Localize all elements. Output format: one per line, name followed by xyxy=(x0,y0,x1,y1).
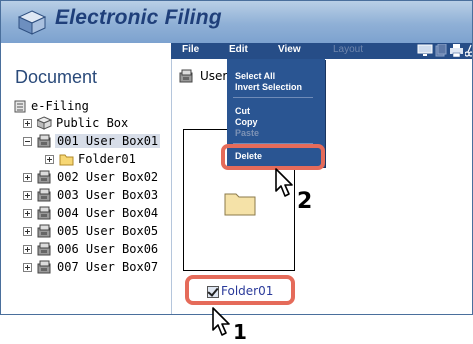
filing-root-icon xyxy=(14,100,26,113)
tree-item-label: e-Filing xyxy=(31,99,89,113)
menu-item-paste: Paste xyxy=(235,128,260,138)
tree-item-label: Folder01 xyxy=(78,152,136,166)
tree-item-label: 005 User Box05 xyxy=(57,224,159,238)
folder-icon xyxy=(224,193,256,216)
print-icon[interactable] xyxy=(450,44,463,57)
item-checkbox[interactable] xyxy=(207,286,219,298)
menu-item-copy[interactable]: Copy xyxy=(235,117,258,127)
menu-edit[interactable]: Edit xyxy=(229,44,248,55)
breadcrumb: User xyxy=(200,69,228,83)
step-number-2: 2 xyxy=(297,189,313,214)
expand-icon[interactable] xyxy=(45,155,54,164)
user-box-icon xyxy=(37,206,51,220)
tree-item-label: 003 User Box03 xyxy=(57,188,159,202)
tree-item-user-box02[interactable]: 002 User Box02 xyxy=(23,170,163,184)
tree-item-label: 002 User Box02 xyxy=(57,170,159,184)
tree-item-user-box04[interactable]: 004 User Box04 xyxy=(23,206,163,220)
expand-icon[interactable] xyxy=(23,263,32,272)
item-select-highlight: Folder01 xyxy=(185,275,295,305)
tree-item-user-box07[interactable]: 007 User Box07 xyxy=(23,260,163,274)
user-box-icon xyxy=(37,170,51,184)
menu-item-select-all[interactable]: Select All xyxy=(235,71,275,81)
folder-icon xyxy=(59,154,74,166)
pointer-cursor-icon xyxy=(275,168,293,197)
tree-item-public-box[interactable]: Public Box xyxy=(23,116,163,130)
item-link[interactable]: Folder01 xyxy=(221,284,273,298)
step-number-1: 1 xyxy=(233,320,247,344)
tree-item-user-box03[interactable]: 003 User Box03 xyxy=(23,188,163,202)
pages-icon[interactable] xyxy=(435,44,447,57)
menu-item-invert-selection[interactable]: Invert Selection xyxy=(235,82,302,92)
user-box-icon xyxy=(37,242,51,256)
expand-icon[interactable] xyxy=(23,209,32,218)
menu-item-cut[interactable]: Cut xyxy=(235,106,250,116)
scissors-icon[interactable] xyxy=(465,44,473,57)
user-box-icon xyxy=(37,188,51,202)
user-box-icon xyxy=(37,224,51,238)
expand-icon[interactable] xyxy=(23,119,32,128)
expand-icon[interactable] xyxy=(23,173,32,182)
tree-item-label: 001 User Box01 xyxy=(55,134,161,148)
pointer-cursor-icon xyxy=(212,307,230,336)
user-box-icon xyxy=(37,134,51,148)
tree-item-label: 004 User Box04 xyxy=(57,206,159,220)
tree-item-label: 007 User Box07 xyxy=(57,260,159,274)
app-window: Electronic Filing File Edit View Layout … xyxy=(0,0,473,315)
cube-logo-icon xyxy=(17,10,47,35)
menu-bar: File Edit View Layout xyxy=(171,43,472,59)
tree-item-user-box01[interactable]: 001 User Box01 xyxy=(23,134,163,148)
collapse-icon[interactable] xyxy=(23,137,32,146)
tree-item-e-filing[interactable]: e-Filing xyxy=(13,99,163,113)
menu-view[interactable]: View xyxy=(278,44,301,55)
expand-icon[interactable] xyxy=(23,245,32,254)
user-box-icon xyxy=(37,260,51,274)
tree-item-label: Public Box xyxy=(56,116,129,130)
tree-item-label: 006 User Box06 xyxy=(57,242,159,256)
menu-separator xyxy=(233,97,313,98)
expand-icon[interactable] xyxy=(23,227,32,236)
public-box-icon xyxy=(37,116,52,130)
delete-highlight xyxy=(221,144,325,170)
tree-item-user-box06[interactable]: 006 User Box06 xyxy=(23,242,163,256)
user-box-icon xyxy=(179,69,193,83)
menu-layout: Layout xyxy=(333,44,364,55)
sidebar-title: Document xyxy=(15,67,98,87)
monitor-icon[interactable] xyxy=(417,44,433,57)
tree-item-folder01[interactable]: Folder01 xyxy=(45,152,165,166)
sidebar: Document e-Filing Public Box 001 User Bo… xyxy=(1,59,172,314)
app-title: Electronic Filing xyxy=(55,6,222,29)
title-bar: Electronic Filing xyxy=(1,1,472,43)
menu-file[interactable]: File xyxy=(182,44,199,55)
expand-icon[interactable] xyxy=(23,191,32,200)
tree-item-user-box05[interactable]: 005 User Box05 xyxy=(23,224,163,238)
